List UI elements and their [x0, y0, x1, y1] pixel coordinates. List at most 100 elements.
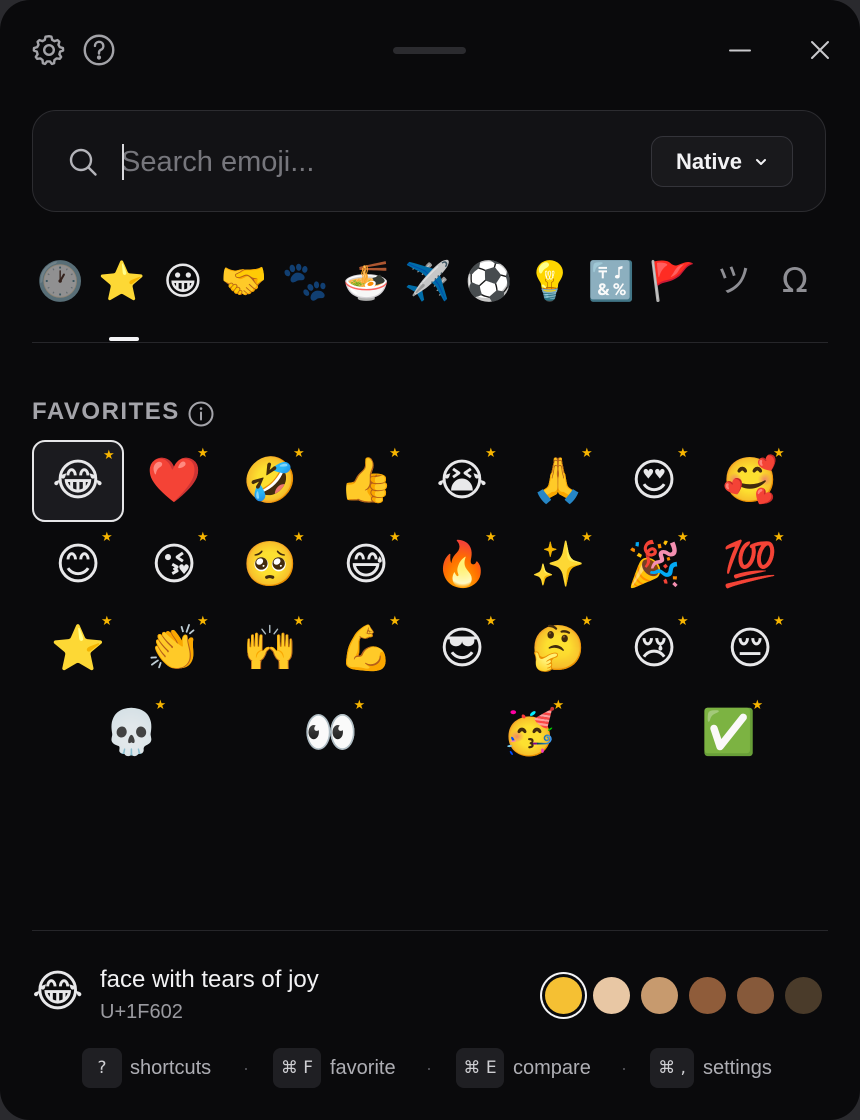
- shortcut-label[interactable]: compare: [513, 1057, 591, 1080]
- favorite-star-icon: ★: [677, 614, 689, 629]
- shortcut-key: ?: [82, 1048, 122, 1088]
- tab-objects[interactable]: 💡: [521, 250, 579, 312]
- favorite-star-icon: ★: [581, 446, 593, 461]
- favorite-star-icon: ★: [353, 698, 366, 713]
- emoji-glyph: ❤️: [146, 455, 202, 506]
- favorite-star-icon: ★: [197, 446, 209, 461]
- tab-recent[interactable]: 🕐: [32, 250, 90, 312]
- emoji-glyph: 😘: [151, 539, 197, 590]
- tab-people[interactable]: 🤝: [215, 250, 273, 312]
- emoji-cell[interactable]: 😭 ★: [416, 440, 508, 522]
- tab-special[interactable]: Ω: [766, 250, 824, 312]
- airplane-icon: ✈️: [404, 259, 452, 303]
- emoji-cell[interactable]: 😍 ★: [608, 440, 700, 522]
- favorite-star-icon: ★: [677, 446, 689, 461]
- favorite-star-icon: ★: [485, 530, 497, 545]
- favorite-star-icon: ★: [197, 530, 209, 545]
- emoji-glyph: ✨: [530, 539, 586, 590]
- emoji-cell[interactable]: 👍 ★: [320, 440, 412, 522]
- tab-food[interactable]: 🍜: [338, 250, 396, 312]
- emoji-glyph: 💪: [338, 623, 394, 674]
- text-caret: [122, 144, 124, 180]
- emoji-glyph: 🔥: [434, 539, 490, 590]
- minimize-icon[interactable]: [722, 32, 758, 68]
- omega-icon: Ω: [781, 261, 808, 301]
- shortcut-key: ⌘ F: [273, 1048, 321, 1088]
- emoji-cell[interactable]: 😘 ★: [128, 524, 220, 606]
- kaomoji-icon: ツ: [716, 261, 751, 301]
- close-icon[interactable]: [802, 32, 838, 68]
- skin-tone-swatch[interactable]: [593, 977, 630, 1014]
- emoji-cell[interactable]: 💯 ★: [704, 524, 796, 606]
- tab-travel[interactable]: ✈️: [399, 250, 457, 312]
- emoji-glyph: 😢: [631, 623, 677, 674]
- emoji-glyph: 👏: [146, 623, 202, 674]
- favorite-star-icon: ★: [552, 698, 565, 713]
- tab-activities[interactable]: ⚽: [460, 250, 518, 312]
- emoji-glyph: 😎: [439, 623, 485, 674]
- emoji-cell[interactable]: 😊 ★: [32, 524, 124, 606]
- emoji-cell[interactable]: 🤔 ★: [512, 608, 604, 690]
- tab-symbols[interactable]: 🔣: [582, 250, 640, 312]
- star-icon: ⭐: [98, 259, 146, 303]
- emoji-glyph: 💯: [722, 539, 778, 590]
- tab-smileys[interactable]: 😀: [154, 250, 212, 312]
- smiley-icon: 😀: [163, 259, 203, 303]
- skin-tone-swatch[interactable]: [641, 977, 678, 1014]
- emoji-cell[interactable]: 😅 ★: [320, 524, 412, 606]
- emoji-glyph: ⭐: [50, 623, 106, 674]
- emoji-glyph: 👀: [303, 707, 358, 758]
- shortcut-label[interactable]: favorite: [330, 1057, 396, 1080]
- favorite-star-icon: ★: [389, 614, 401, 629]
- emoji-cell[interactable]: 😎 ★: [416, 608, 508, 690]
- emoji-cell[interactable]: 🥰 ★: [704, 440, 796, 522]
- emoji-cell[interactable]: ❤️ ★: [128, 440, 220, 522]
- favorite-star-icon: ★: [389, 446, 401, 461]
- shortcut-label[interactable]: settings: [703, 1057, 772, 1080]
- search-input[interactable]: [121, 139, 621, 185]
- emoji-cell[interactable]: 😢 ★: [608, 608, 700, 690]
- emoji-cell[interactable]: 🙏 ★: [512, 440, 604, 522]
- shortcut-label[interactable]: shortcuts: [130, 1057, 211, 1080]
- skin-tone-swatch[interactable]: [737, 977, 774, 1014]
- gear-icon[interactable]: [31, 32, 67, 68]
- emoji-source-label: Native: [675, 148, 743, 174]
- emoji-source-dropdown[interactable]: Native: [651, 136, 793, 187]
- favorite-star-icon: ★: [154, 698, 167, 713]
- emoji-cell[interactable]: 😂 ★: [32, 440, 124, 522]
- emoji-cell[interactable]: 💪 ★: [320, 608, 412, 690]
- favorite-star-icon: ★: [485, 614, 497, 629]
- emoji-cell[interactable]: 🥳 ★: [484, 692, 576, 774]
- preview-emoji: 😂: [32, 966, 84, 1017]
- emoji-cell[interactable]: 🙌 ★: [224, 608, 316, 690]
- section-title: FAVORITES: [32, 398, 180, 425]
- emoji-cell[interactable]: 👏 ★: [128, 608, 220, 690]
- emoji-cell[interactable]: 🎉 ★: [608, 524, 700, 606]
- skin-tone-swatch[interactable]: [689, 977, 726, 1014]
- emoji-cell[interactable]: 🔥 ★: [416, 524, 508, 606]
- tab-favorites[interactable]: ⭐: [93, 250, 151, 312]
- favorite-star-icon: ★: [197, 614, 209, 629]
- emoji-cell[interactable]: ✨ ★: [512, 524, 604, 606]
- skin-tone-swatch[interactable]: [785, 977, 822, 1014]
- info-icon[interactable]: [187, 400, 215, 428]
- tab-flags[interactable]: 🚩: [644, 250, 702, 312]
- emoji-cell[interactable]: 👀 ★: [285, 692, 377, 774]
- question-circle-icon[interactable]: [81, 32, 117, 68]
- favorite-star-icon: ★: [293, 530, 305, 545]
- emoji-glyph: 🥳: [502, 707, 557, 758]
- emoji-cell[interactable]: 😔 ★: [704, 608, 796, 690]
- favorite-star-icon: ★: [101, 530, 113, 545]
- emoji-cell[interactable]: ✅ ★: [683, 692, 775, 774]
- favorite-star-icon: ★: [581, 614, 593, 629]
- tab-kaomoji[interactable]: ツ: [705, 250, 763, 312]
- symbols-icon: 🔣: [587, 259, 635, 303]
- tab-animals[interactable]: 🐾: [276, 250, 334, 312]
- emoji-cell[interactable]: ⭐ ★: [32, 608, 124, 690]
- skin-tone-swatch[interactable]: [545, 977, 582, 1014]
- emoji-cell[interactable]: 🤣 ★: [224, 440, 316, 522]
- noodle-bowl-icon: 🍜: [342, 259, 391, 303]
- emoji-cell[interactable]: 🥺 ★: [224, 524, 316, 606]
- drag-handle[interactable]: [393, 47, 466, 54]
- emoji-cell[interactable]: 💀 ★: [86, 692, 178, 774]
